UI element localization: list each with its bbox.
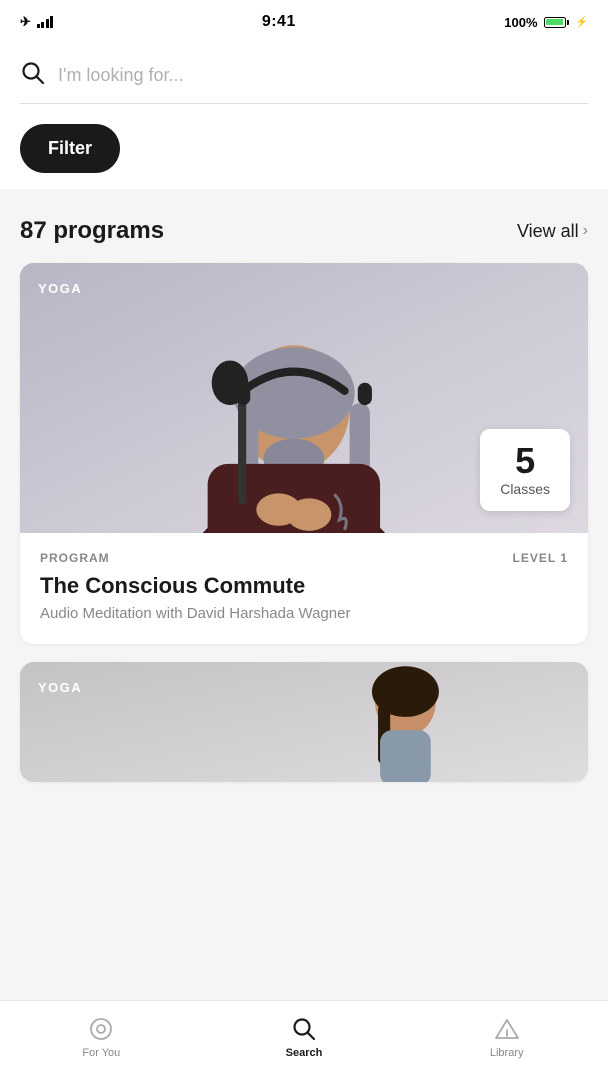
card-meta-1: PROGRAM LEVEL 1 (40, 551, 568, 565)
signal-bar-3 (46, 19, 49, 28)
search-nav-icon (290, 1015, 318, 1043)
content-section: 87 programs View all › (0, 189, 608, 782)
for-you-icon (87, 1015, 115, 1043)
search-bar[interactable]: I'm looking for... (20, 60, 588, 104)
bolt-icon: ⚡ (576, 17, 588, 28)
nav-item-for-you[interactable]: For You (0, 1015, 203, 1059)
signal-bar-1 (37, 24, 40, 28)
card-program-tag-1: PROGRAM (40, 551, 110, 565)
filter-button[interactable]: Filter (20, 124, 120, 173)
signal-bar-2 (41, 22, 44, 28)
card-image-1: YOGA 5 Classes (20, 263, 588, 533)
nav-label-search: Search (286, 1047, 323, 1059)
card-level-1: LEVEL 1 (513, 551, 568, 565)
search-placeholder[interactable]: I'm looking for... (58, 65, 588, 86)
card-category-1: YOGA (38, 281, 82, 296)
signal-bar-4 (50, 16, 53, 28)
search-icon (20, 60, 46, 91)
classes-badge-1: 5 Classes (480, 429, 570, 511)
card-thumbnail-2: YOGA (20, 662, 588, 782)
battery-percent: 100% (504, 15, 537, 30)
search-section: I'm looking for... Filter (0, 44, 608, 189)
signal-bars (37, 16, 54, 28)
nav-label-for-you: For You (82, 1047, 120, 1059)
status-bar: ✈ 9:41 100% ⚡ (0, 0, 608, 44)
programs-header: 87 programs View all › (20, 217, 588, 245)
bottom-nav: For You Search Library (0, 1000, 608, 1080)
card-subtitle-1: Audio Meditation with David Harshada Wag… (40, 605, 568, 622)
view-all-label: View all (517, 221, 579, 242)
view-all-button[interactable]: View all › (517, 221, 588, 242)
nav-item-library[interactable]: Library (405, 1015, 608, 1059)
program-card-2[interactable]: YOGA (20, 662, 588, 782)
classes-count-1: 5 (500, 443, 550, 479)
chevron-right-icon: › (583, 222, 588, 240)
card-thumbnail-1: YOGA 5 Classes (20, 263, 588, 533)
status-time: 9:41 (262, 13, 296, 31)
battery-icon (544, 17, 569, 28)
program-card-1[interactable]: YOGA 5 Classes PROGRAM LEVEL 1 The Consc… (20, 263, 588, 644)
card-info-1: PROGRAM LEVEL 1 The Conscious Commute Au… (20, 533, 588, 644)
card-category-2: YOGA (38, 680, 82, 695)
classes-label-1: Classes (500, 481, 550, 497)
status-right: 100% ⚡ (504, 15, 588, 30)
library-icon (493, 1015, 521, 1043)
nav-label-library: Library (490, 1047, 524, 1059)
airplane-icon: ✈ (20, 14, 31, 30)
programs-count: 87 programs (20, 217, 164, 245)
status-left: ✈ (20, 14, 53, 30)
card-title-1: The Conscious Commute (40, 573, 568, 599)
nav-item-search[interactable]: Search (203, 1015, 406, 1059)
